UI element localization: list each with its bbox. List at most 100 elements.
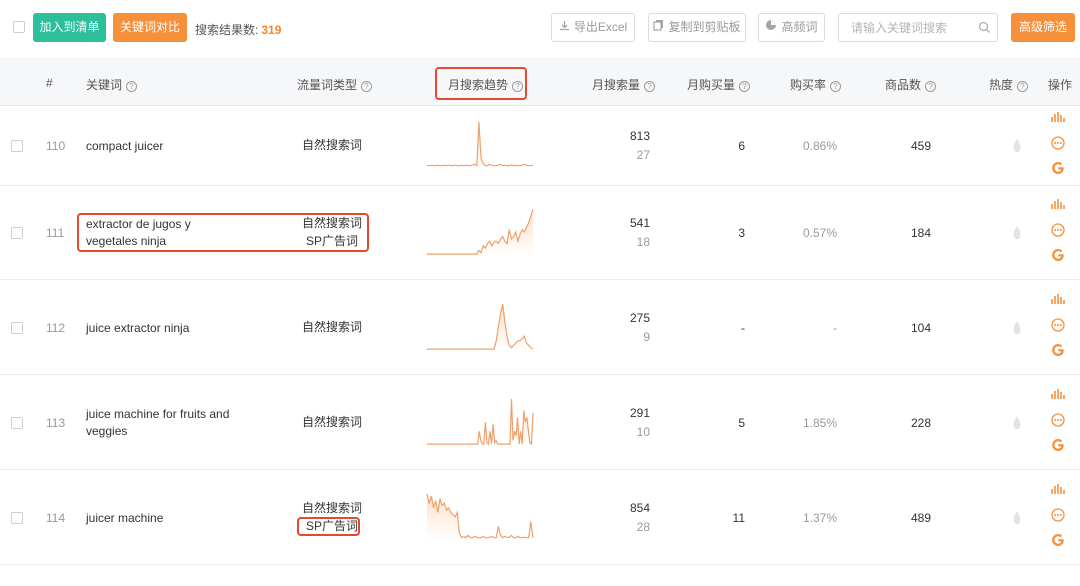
- more-icon[interactable]: [1051, 136, 1067, 161]
- google-icon[interactable]: [1051, 248, 1067, 273]
- keyword-text: juice extractor ninja: [86, 320, 189, 337]
- traffic-type-organic: 自然搜索词: [297, 499, 367, 517]
- row-checkbox[interactable]: [11, 417, 23, 429]
- monthly-search-value: 275: [590, 309, 650, 328]
- products-value: 184: [880, 226, 931, 240]
- google-icon[interactable]: [1051, 343, 1067, 368]
- help-icon[interactable]: ?: [1017, 81, 1028, 92]
- monthly-search-value: 854: [590, 499, 650, 518]
- help-icon[interactable]: ?: [361, 81, 372, 92]
- copy-clipboard-button[interactable]: 复制到剪贴板: [648, 13, 746, 42]
- row-index: 114: [46, 511, 65, 525]
- trend-sparkline[interactable]: [426, 395, 534, 451]
- traffic-type-cell: 自然搜索词: [297, 318, 367, 336]
- keyword-search-box: [838, 13, 998, 42]
- trend-sparkline[interactable]: [426, 118, 534, 174]
- bar-chart-icon[interactable]: [1051, 111, 1067, 136]
- row-index: 112: [46, 321, 65, 335]
- row-checkbox[interactable]: [11, 227, 23, 239]
- monthly-search-value: 541: [590, 214, 650, 233]
- google-icon[interactable]: [1051, 438, 1067, 463]
- keyword-compare-button[interactable]: 关键词对比: [113, 13, 187, 42]
- advanced-filter-button[interactable]: 高级筛选: [1011, 13, 1075, 42]
- monthly-buy-value: -: [700, 321, 745, 335]
- more-icon[interactable]: [1051, 318, 1067, 343]
- row-actions: [1051, 111, 1067, 186]
- col-heat[interactable]: 热度?: [989, 76, 1028, 93]
- download-icon: [559, 14, 570, 41]
- trend-sparkline[interactable]: [426, 300, 534, 356]
- select-all-checkbox[interactable]: [13, 21, 25, 33]
- google-icon[interactable]: [1051, 161, 1067, 186]
- heat-leaf-icon: [1012, 138, 1022, 157]
- monthly-search-sub: 28: [590, 518, 650, 537]
- traffic-type-cell: 自然搜索词: [297, 413, 367, 431]
- export-excel-button[interactable]: 导出Excel: [551, 13, 635, 42]
- search-icon[interactable]: [978, 21, 991, 37]
- buy-rate-value: 1.37%: [780, 511, 837, 525]
- keyword-cell[interactable]: juice extractor ninja: [86, 320, 189, 337]
- pie-chart-icon: [765, 14, 777, 41]
- products-value: 459: [880, 139, 931, 153]
- row-checkbox[interactable]: [11, 512, 23, 524]
- col-products[interactable]: 商品数?: [885, 76, 936, 93]
- heat-leaf-icon: [1012, 415, 1022, 434]
- trend-line: [427, 304, 533, 349]
- high-frequency-button[interactable]: 高频词: [758, 13, 825, 42]
- row-111-highlight: [77, 213, 369, 252]
- keyword-cell[interactable]: compact juicer: [86, 138, 163, 155]
- monthly-buy-value: 6: [700, 139, 745, 153]
- table-header: # 关键词? 流量词类型? 月搜索趋势? 月搜索量? 月购买量? 购买率? 商品…: [0, 58, 1080, 106]
- col-index: #: [46, 76, 53, 90]
- monthly-search-cell: 2759: [590, 309, 650, 347]
- row-index: 110: [46, 139, 65, 153]
- col-monthly-buy[interactable]: 月购买量?: [687, 76, 750, 93]
- monthly-search-sub: 18: [590, 233, 650, 252]
- more-icon[interactable]: [1051, 413, 1067, 438]
- google-icon[interactable]: [1051, 533, 1067, 558]
- monthly-search-value: 291: [590, 404, 650, 423]
- export-label: 导出Excel: [574, 20, 627, 34]
- products-value: 228: [880, 416, 931, 430]
- col-products-label: 商品数: [885, 78, 921, 92]
- help-icon[interactable]: ?: [644, 81, 655, 92]
- monthly-search-cell: 81327: [590, 127, 650, 165]
- result-number: 319: [261, 23, 281, 37]
- keyword-search-input[interactable]: [839, 14, 969, 41]
- trend-area: [427, 304, 533, 350]
- col-monthly-buy-label: 月购买量: [687, 78, 735, 92]
- col-monthly-search-label: 月搜索量: [592, 78, 640, 92]
- col-buy-rate[interactable]: 购买率?: [790, 76, 841, 93]
- more-icon[interactable]: [1051, 508, 1067, 533]
- bar-chart-icon[interactable]: [1051, 388, 1067, 413]
- keyword-cell[interactable]: juicer machine: [86, 510, 163, 527]
- table-row[interactable]: 112juice extractor ninja自然搜索词2759--104: [0, 280, 1080, 375]
- keyword-text-line2: veggies: [86, 423, 229, 440]
- trend-sparkline[interactable]: [426, 490, 534, 546]
- keyword-cell[interactable]: juice machine for fruits andveggies: [86, 406, 229, 440]
- traffic-type-organic: 自然搜索词: [297, 413, 367, 431]
- table-row[interactable]: 114juicer machine自然搜索词SP广告词85428111.37%4…: [0, 470, 1080, 565]
- trend-area: [427, 209, 533, 255]
- bar-chart-icon[interactable]: [1051, 483, 1067, 508]
- buy-rate-value: 1.85%: [780, 416, 837, 430]
- more-icon[interactable]: [1051, 223, 1067, 248]
- help-icon[interactable]: ?: [830, 81, 841, 92]
- col-traffic-type[interactable]: 流量词类型?: [297, 76, 372, 93]
- row-checkbox[interactable]: [11, 322, 23, 334]
- result-count: 搜索结果数:319: [195, 21, 281, 38]
- row-actions: [1051, 483, 1067, 558]
- help-icon[interactable]: ?: [126, 81, 137, 92]
- table-row[interactable]: 113juice machine for fruits andveggies自然…: [0, 375, 1080, 470]
- add-to-list-button[interactable]: 加入到清单: [33, 13, 106, 42]
- row-checkbox[interactable]: [11, 140, 23, 152]
- col-keyword[interactable]: 关键词?: [86, 76, 137, 93]
- heat-leaf-icon: [1012, 225, 1022, 244]
- trend-sparkline[interactable]: [426, 205, 534, 261]
- bar-chart-icon[interactable]: [1051, 198, 1067, 223]
- bar-chart-icon[interactable]: [1051, 293, 1067, 318]
- table-row[interactable]: 110compact juicer自然搜索词8132760.86%459: [0, 106, 1080, 186]
- help-icon[interactable]: ?: [739, 81, 750, 92]
- col-monthly-search[interactable]: 月搜索量?: [592, 76, 655, 93]
- help-icon[interactable]: ?: [925, 81, 936, 92]
